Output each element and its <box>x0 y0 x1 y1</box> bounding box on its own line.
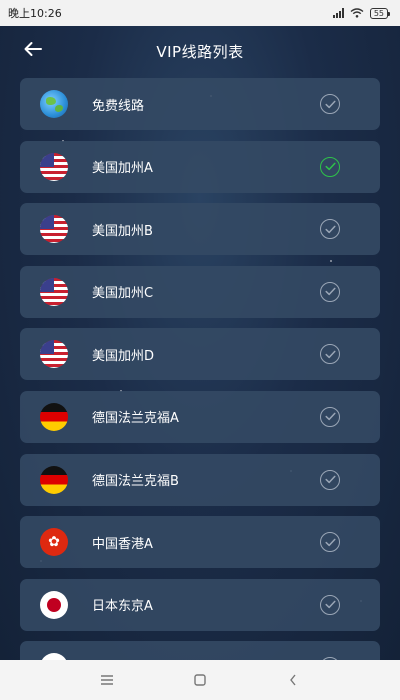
page-title: VIP线路列表 <box>156 42 244 61</box>
route-item[interactable]: ✿ 中国香港A <box>20 516 380 569</box>
status-bar: 晚上10:26 55 <box>0 0 400 26</box>
check-circle-icon[interactable] <box>320 344 340 365</box>
check-circle-icon[interactable] <box>320 219 340 240</box>
back-button[interactable] <box>18 36 48 62</box>
battery-level: 55 <box>373 8 384 18</box>
battery-icon: 55 <box>369 7 391 19</box>
flag-us-icon <box>40 152 68 181</box>
chevron-left-icon <box>290 674 296 686</box>
route-item[interactable]: 日本东京A <box>20 578 380 631</box>
check-circle-icon[interactable] <box>320 94 340 114</box>
arrow-left-icon <box>24 42 42 56</box>
route-item[interactable]: 美国加州B <box>20 203 380 256</box>
route-list[interactable]: 免费线路美国加州A 美国加州B 美国加州C 美国加州D 德国法兰克福A 德国法兰克福B ✿ 中… <box>20 78 380 660</box>
flag-hk-icon: ✿ <box>40 528 68 557</box>
route-name: 德国法兰克福B <box>92 474 179 490</box>
flag-jp-icon <box>40 590 68 619</box>
route-item[interactable]: 美国加州D <box>20 328 380 381</box>
route-name: 日本东京A <box>92 599 153 615</box>
route-item[interactable]: 美国加州C <box>20 265 380 318</box>
flag-de-icon <box>40 465 68 494</box>
route-item[interactable]: 美国加州A <box>20 140 380 193</box>
route-name: 德国法兰克福A <box>92 411 179 427</box>
route-name: 中国香港A <box>92 536 153 552</box>
header-bar: VIP线路列表 <box>0 26 400 76</box>
menu-icon <box>100 675 113 685</box>
signal-icon <box>332 8 344 18</box>
route-name: 美国加州C <box>92 286 154 302</box>
status-indicators: 55 <box>332 7 391 19</box>
check-circle-icon[interactable] <box>320 281 340 302</box>
check-circle-icon[interactable] <box>320 469 340 490</box>
flag-de-icon <box>40 402 68 431</box>
route-item[interactable]: 免费线路 <box>20 78 380 130</box>
check-circle-icon[interactable] <box>320 406 340 427</box>
route-name: 美国加州B <box>92 223 153 239</box>
route-item[interactable]: 德国法兰克福A <box>20 390 380 443</box>
check-circle-icon[interactable] <box>320 156 340 177</box>
wifi-icon <box>350 8 364 18</box>
flag-us-icon <box>40 340 68 369</box>
flag-us-icon <box>40 277 68 306</box>
system-nav-bar <box>0 660 400 700</box>
check-circle-icon[interactable] <box>320 594 340 615</box>
route-name: 美国加州A <box>92 161 153 177</box>
square-icon <box>194 674 206 686</box>
route-item[interactable] <box>20 641 380 660</box>
nav-back-button[interactable] <box>273 665 313 695</box>
nav-home-button[interactable] <box>180 665 220 695</box>
route-name: 美国加州D <box>92 348 155 364</box>
flag-us-icon <box>40 215 68 244</box>
check-circle-icon[interactable] <box>320 532 340 553</box>
globe-flag-icon <box>40 90 68 118</box>
status-time: 晚上10:26 <box>8 7 62 20</box>
route-item[interactable]: 德国法兰克福B <box>20 453 380 506</box>
nav-menu-button[interactable] <box>87 665 127 695</box>
route-name: 免费线路 <box>92 98 145 114</box>
flag-jp-icon <box>40 653 68 660</box>
